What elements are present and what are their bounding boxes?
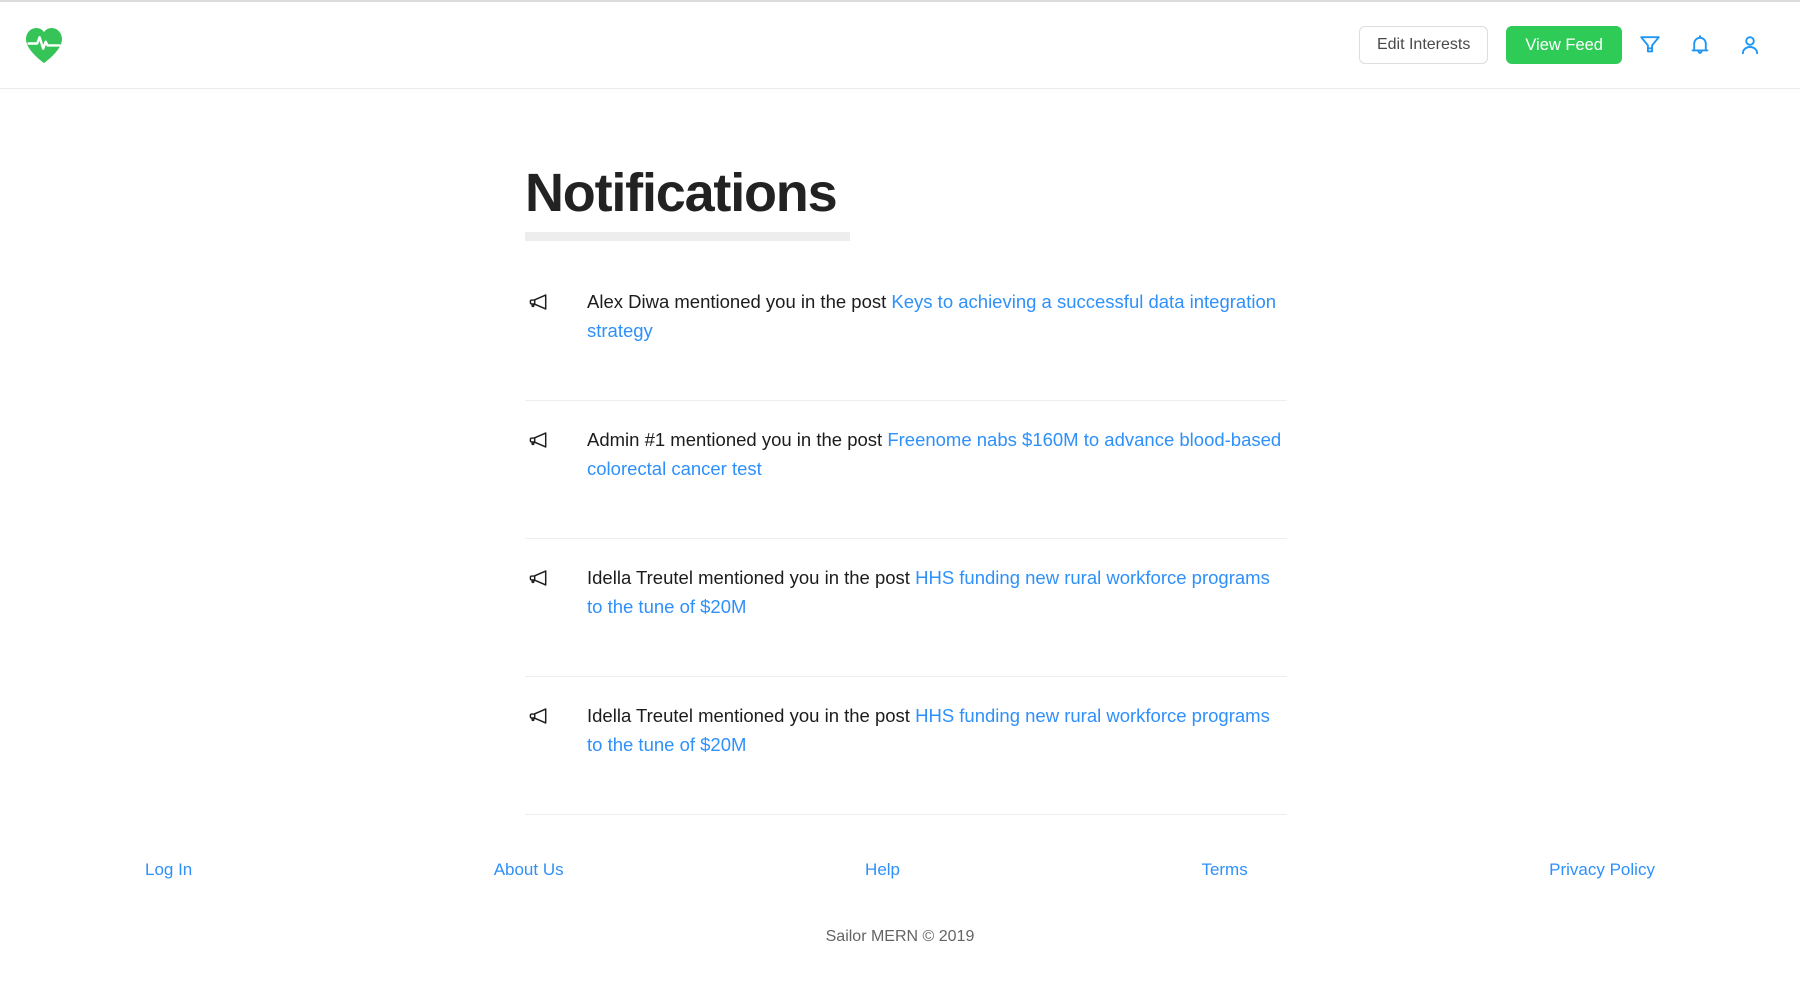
notifications-button[interactable] xyxy=(1678,23,1722,67)
edit-interests-button[interactable]: Edit Interests xyxy=(1358,26,1489,64)
notification-actor: Alex Diwa xyxy=(587,290,670,312)
page-root: Edit Interests View Feed Notifications A… xyxy=(0,0,1800,988)
bell-icon xyxy=(1688,33,1712,57)
logo-link[interactable] xyxy=(24,17,80,73)
footer-link-privacy-policy[interactable]: Privacy Policy xyxy=(1549,860,1655,879)
header-actions: Edit Interests View Feed xyxy=(1358,23,1772,67)
account-button[interactable] xyxy=(1728,23,1772,67)
notification-text: Idella Treutel mentioned you in the post… xyxy=(587,699,1287,759)
footer-link-list: Log In About Us Help Terms Privacy Polic… xyxy=(0,860,1800,880)
notification-actor: Idella Treutel xyxy=(587,704,693,726)
footer-link-item: Terms xyxy=(1201,860,1247,880)
footer-link-about-us[interactable]: About Us xyxy=(494,860,564,879)
footer-link-item: About Us xyxy=(494,860,564,880)
megaphone-icon xyxy=(527,429,549,451)
footer-link-item: Help xyxy=(865,860,900,880)
site-header: Edit Interests View Feed xyxy=(0,2,1800,89)
page-title: Notifications xyxy=(525,163,838,223)
notification-actor: Admin #1 xyxy=(587,428,666,450)
notification-row[interactable]: Alex Diwa mentioned you in the post Keys… xyxy=(525,263,1287,401)
notification-action: mentioned you in the post xyxy=(674,290,887,312)
title-underline-rule xyxy=(525,231,850,241)
footer-link-log-in[interactable]: Log In xyxy=(145,860,192,879)
copyright-text: Sailor MERN © 2019 xyxy=(825,928,975,945)
footer-link-help[interactable]: Help xyxy=(865,860,900,879)
filter-button[interactable] xyxy=(1628,23,1672,67)
notification-row[interactable]: Admin #1 mentioned you in the post Freen… xyxy=(525,401,1287,539)
heart-pulse-icon xyxy=(24,26,64,64)
notification-text: Alex Diwa mentioned you in the post Keys… xyxy=(587,285,1287,345)
user-account-icon xyxy=(1738,33,1762,57)
view-feed-button[interactable]: View Feed xyxy=(1506,26,1622,64)
notification-text: Idella Treutel mentioned you in the post… xyxy=(587,561,1287,621)
site-footer: Log In About Us Help Terms Privacy Polic… xyxy=(0,860,1800,946)
footer-link-item: Privacy Policy xyxy=(1549,860,1655,880)
content-container: Notifications Alex Diwa mentioned you in… xyxy=(525,90,1295,815)
notification-action: mentioned you in the post xyxy=(698,566,910,588)
footer-link-terms[interactable]: Terms xyxy=(1201,860,1247,879)
megaphone-icon xyxy=(527,705,549,727)
notification-actor: Idella Treutel xyxy=(587,566,693,588)
notification-text: Admin #1 mentioned you in the post Freen… xyxy=(587,423,1287,483)
notification-row[interactable]: Idella Treutel mentioned you in the post… xyxy=(525,539,1287,677)
megaphone-icon xyxy=(527,567,549,589)
notification-action: mentioned you in the post xyxy=(698,704,910,726)
notification-action: mentioned you in the post xyxy=(670,428,883,450)
megaphone-icon xyxy=(527,291,549,313)
footer-link-item: Log In xyxy=(145,860,192,880)
main-content: Notifications Alex Diwa mentioned you in… xyxy=(0,90,1800,815)
notification-list: Alex Diwa mentioned you in the post Keys… xyxy=(525,263,1287,815)
notification-row[interactable]: Idella Treutel mentioned you in the post… xyxy=(525,677,1287,815)
filter-funnel-icon xyxy=(1638,33,1662,57)
